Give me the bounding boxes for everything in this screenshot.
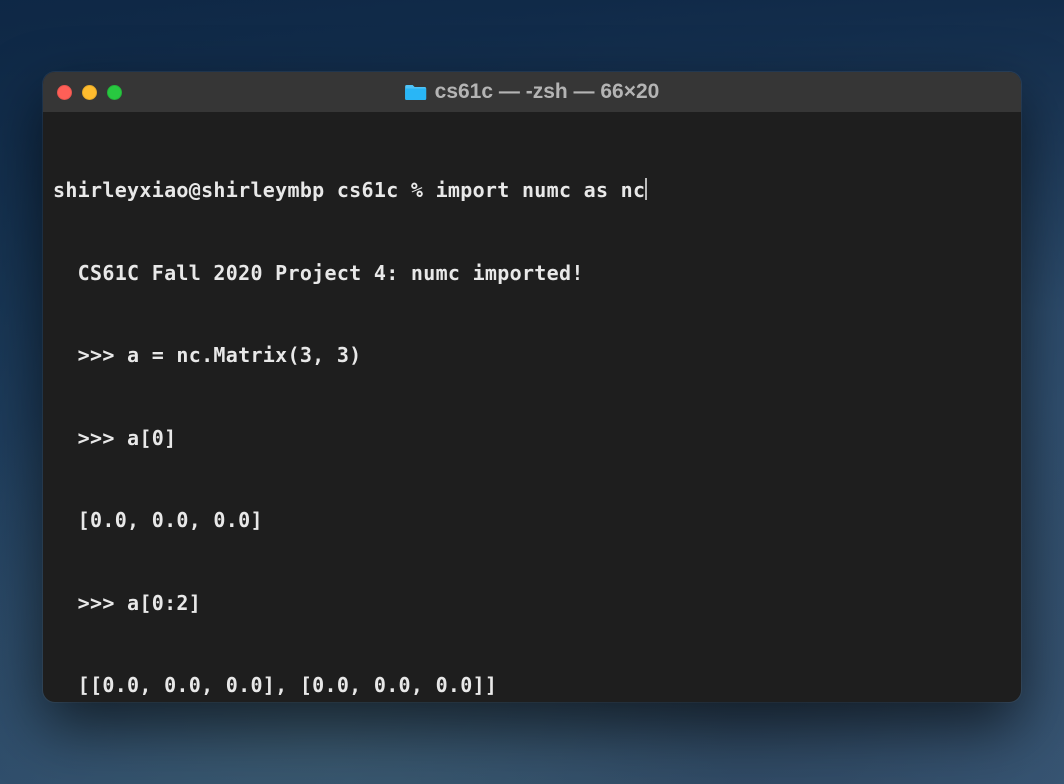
traffic-lights [57,85,122,100]
terminal-line: shirleyxiao@shirleymbp cs61c % import nu… [53,177,1011,205]
terminal-window[interactable]: cs61c — -zsh — 66×20 shirleyxiao@shirley… [43,72,1021,702]
terminal-text: shirleyxiao@shirleymbp cs61c % import nu… [53,178,645,202]
terminal-line: >>> a[0] [53,425,1011,453]
minimize-button[interactable] [82,85,97,100]
terminal-line: [[0.0, 0.0, 0.0], [0.0, 0.0, 0.0]] [53,672,1011,700]
close-button[interactable] [57,85,72,100]
title-bar[interactable]: cs61c — -zsh — 66×20 [43,72,1021,112]
window-title-container: cs61c — -zsh — 66×20 [405,80,660,104]
terminal-body[interactable]: shirleyxiao@shirleymbp cs61c % import nu… [43,112,1021,702]
terminal-line: [0.0, 0.0, 0.0] [53,507,1011,535]
terminal-line: CS61C Fall 2020 Project 4: numc imported… [53,260,1011,288]
folder-icon [405,83,427,101]
text-cursor [645,178,647,200]
terminal-line: >>> a[0:2] [53,590,1011,618]
maximize-button[interactable] [107,85,122,100]
terminal-line: >>> a = nc.Matrix(3, 3) [53,342,1011,370]
window-title: cs61c — -zsh — 66×20 [435,80,660,104]
